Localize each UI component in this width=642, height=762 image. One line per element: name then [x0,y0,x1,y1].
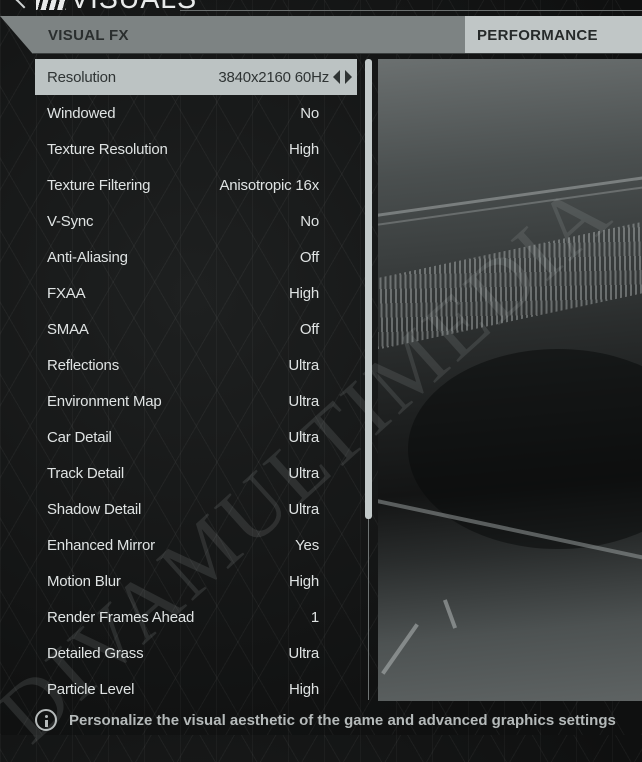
setting-row-detailed-grass[interactable]: Detailed Grass Ultra [35,635,357,671]
preview-led-strip [378,212,642,356]
setting-value: No [300,105,319,122]
setting-value: 3840x2160 60Hz [218,69,329,86]
setting-value: Ultra [288,429,319,446]
setting-row-particle-level[interactable]: Particle Level High [35,671,357,707]
setting-label: Texture Resolution [47,141,168,158]
tab-divider [32,53,642,54]
setting-row-texture-filtering[interactable]: Texture Filtering Anisotropic 16x [35,167,357,203]
setting-value: High [288,573,319,590]
setting-label: V-Sync [47,213,94,230]
setting-label: SMAA [47,321,89,338]
setting-value: No [300,213,319,230]
setting-label: Shadow Detail [47,501,142,518]
tab-label: PERFORMANCE [477,27,598,44]
setting-row-shadow-detail[interactable]: Shadow Detail Ultra [35,491,357,527]
setting-label: Texture Filtering [47,177,151,194]
tab-performance[interactable]: PERFORMANCE [465,16,642,53]
setting-value: Yes [295,537,319,554]
settings-list: Resolution 3840x2160 60Hz Windowed No Textur… [35,59,357,707]
arrow-right-icon[interactable] [345,70,352,84]
setting-label: Anti-Aliasing [47,249,128,266]
setting-label: FXAA [47,285,86,302]
setting-value: Anisotropic 16x [219,177,319,194]
setting-label: Resolution [47,69,116,86]
setting-value: Off [299,321,319,338]
setting-row-reflections[interactable]: Reflections Ultra [35,347,357,383]
game-logo-icon [36,0,66,10]
header-divider [180,10,642,11]
setting-value: Off [299,249,319,266]
setting-value: High [288,141,319,158]
setting-row-resolution[interactable]: Resolution 3840x2160 60Hz [35,59,357,95]
footer-description: Personalize the visual aesthetic of the … [69,712,616,729]
setting-value: 1 [310,609,319,626]
setting-row-fxaa[interactable]: FXAA High [35,275,357,311]
preview-edge-line [378,183,642,227]
setting-value: Ultra [288,465,319,482]
info-icon [35,709,57,731]
setting-label: Windowed [47,105,116,122]
page-title: VISUALS [70,0,197,14]
setting-row-track-detail[interactable]: Track Detail Ultra [35,455,357,491]
setting-value: Ultra [288,357,319,374]
info-footer: Personalize the visual aesthetic of the … [35,708,642,735]
setting-label: Environment Map [47,393,162,410]
preview-edge-line [378,173,642,218]
setting-label: Detailed Grass [47,645,144,662]
setting-row-render-frames-ahead[interactable]: Render Frames Ahead 1 [35,599,357,635]
setting-label: Motion Blur [47,573,121,590]
preview-accent [381,623,419,675]
setting-row-anti-aliasing[interactable]: Anti-Aliasing Off [35,239,357,275]
setting-row-v-sync[interactable]: V-Sync No [35,203,357,239]
scrollbar-thumb[interactable] [365,59,372,519]
setting-label: Track Detail [47,465,125,482]
setting-value: Ultra [288,645,319,662]
setting-row-motion-blur[interactable]: Motion Blur High [35,563,357,599]
setting-row-enhanced-mirror[interactable]: Enhanced Mirror Yes [35,527,357,563]
arrow-left-icon[interactable] [333,70,340,84]
setting-label: Particle Level [47,681,135,698]
setting-value: Ultra [288,393,319,410]
preview-image [378,59,642,701]
setting-row-smaa[interactable]: SMAA Off [35,311,357,347]
setting-row-environment-map[interactable]: Environment Map Ultra [35,383,357,419]
tab-bar: VISUAL FX PERFORMANCE [0,16,642,54]
header: VISUALS [0,0,642,14]
setting-value: High [288,681,319,698]
tab-visual-fx[interactable]: VISUAL FX [0,16,465,53]
setting-label: Car Detail [47,429,112,446]
setting-row-car-detail[interactable]: Car Detail Ultra [35,419,357,455]
preview-headlight-lens [408,349,642,549]
tab-label: VISUAL FX [48,27,129,44]
setting-label: Reflections [47,357,120,374]
chevron-left-icon[interactable] [15,0,33,9]
setting-label: Enhanced Mirror [47,537,155,554]
setting-row-texture-resolution[interactable]: Texture Resolution High [35,131,357,167]
setting-label: Render Frames Ahead [47,609,195,626]
setting-value: Ultra [288,501,319,518]
setting-value: High [288,285,319,302]
setting-row-windowed[interactable]: Windowed No [35,95,357,131]
preview-accent [442,599,458,629]
